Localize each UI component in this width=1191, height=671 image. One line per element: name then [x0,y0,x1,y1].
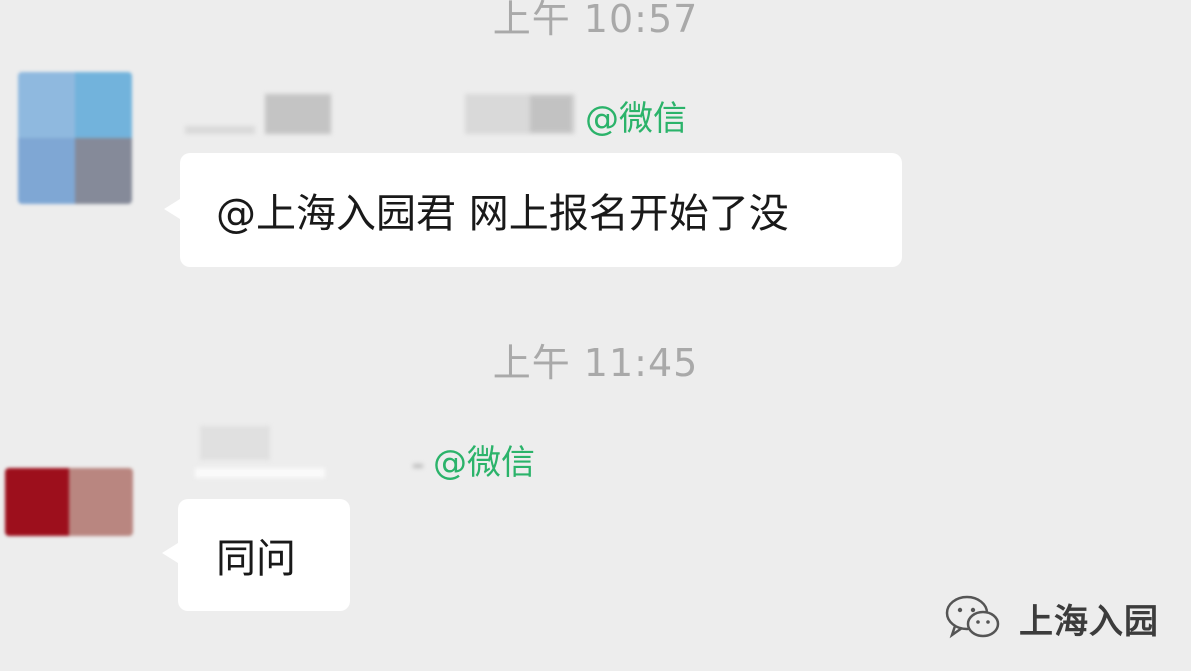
sender-name: @微信 [195,420,595,480]
chat-window: 上午 10:57 @微信 @上海入园君 网上报名开始了没 上午 11:45 @微… [0,0,1191,671]
brand-watermark: 上海入园 [945,588,1175,648]
sender-mention: @微信 [585,99,687,139]
message-timestamp: 上午 10:57 [492,0,699,41]
message-text: @上海入园君 网上报名开始了没 [216,191,789,237]
wechat-icon [945,595,1000,639]
message-timestamp: 上午 11:45 [492,341,699,385]
redacted-name [265,94,331,134]
redacted-name [530,96,572,132]
redacted-name [200,426,270,460]
avatar[interactable] [5,468,133,536]
sender-name: @微信 [185,90,745,150]
message-bubble[interactable]: @上海入园君 网上报名开始了没 [164,153,902,267]
message-bubble[interactable]: 同问 [162,499,350,611]
message-text: 同问 [216,536,296,582]
redacted-name [195,468,325,478]
sender-mention: @微信 [433,443,535,483]
redacted-name [185,126,255,134]
brand-name: 上海入园 [1019,601,1159,642]
avatar[interactable] [18,72,132,204]
redacted-name [413,464,423,468]
